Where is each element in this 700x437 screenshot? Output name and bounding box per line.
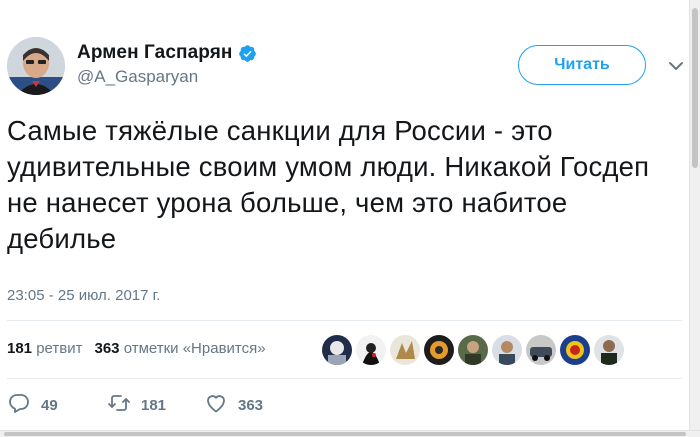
retweet-button[interactable]: 181 [107, 391, 204, 419]
vertical-scroll-thumb[interactable] [692, 8, 698, 168]
retweets-count: 181 [7, 340, 33, 357]
retweets-label: ретвит [36, 340, 83, 357]
horizontal-scroll-thumb[interactable] [4, 432, 686, 436]
reply-count: 49 [41, 396, 58, 414]
follow-button[interactable]: Читать [518, 45, 646, 85]
author-name[interactable]: Армен Гаспарян [77, 42, 232, 64]
retweet-count: 181 [141, 396, 167, 414]
liker-avatar[interactable] [560, 335, 590, 365]
liker-avatar[interactable] [594, 335, 624, 365]
liker-avatar[interactable] [424, 335, 454, 365]
liker-avatar[interactable] [492, 335, 522, 365]
liker-avatar[interactable] [322, 335, 352, 365]
heart-icon [204, 391, 228, 419]
reply-button[interactable]: 49 [7, 391, 107, 419]
verified-badge-icon [238, 44, 257, 63]
horizontal-scrollbar[interactable] [0, 430, 700, 437]
tweet-stats: 181 ретвит 363 отметки «Нравится» [7, 340, 266, 357]
tweet-timestamp[interactable]: 23:05 - 25 июл. 2017 г. [7, 287, 160, 304]
vertical-scrollbar[interactable] [689, 0, 700, 430]
liker-avatar[interactable] [390, 335, 420, 365]
retweet-icon [107, 391, 131, 419]
like-button[interactable]: 363 [204, 391, 263, 419]
author-avatar[interactable] [7, 37, 65, 95]
liker-avatar[interactable] [458, 335, 488, 365]
author-name-row[interactable]: Армен Гаспарян [77, 42, 257, 64]
divider [7, 378, 682, 379]
like-count: 363 [238, 396, 264, 414]
chevron-down-icon[interactable] [666, 56, 686, 76]
author-handle[interactable]: @A_Gasparyan [77, 67, 198, 87]
retweets-stat[interactable]: 181 ретвит [7, 340, 82, 357]
likes-count: 363 [94, 340, 120, 357]
reply-icon [7, 391, 31, 419]
divider [7, 320, 682, 321]
likes-label: отметки «Нравится» [123, 340, 266, 357]
likes-stat[interactable]: 363 отметки «Нравится» [94, 340, 265, 357]
tweet-card: Армен Гаспарян @A_Gasparyan Читать Самые… [0, 0, 688, 430]
tweet-text: Самые тяжёлые санкции для России - это у… [7, 115, 650, 254]
liker-avatar[interactable] [526, 335, 556, 365]
liker-avatars [322, 335, 624, 365]
liker-avatar[interactable] [356, 335, 386, 365]
tweet-actions: 49 181 363 [7, 393, 263, 417]
